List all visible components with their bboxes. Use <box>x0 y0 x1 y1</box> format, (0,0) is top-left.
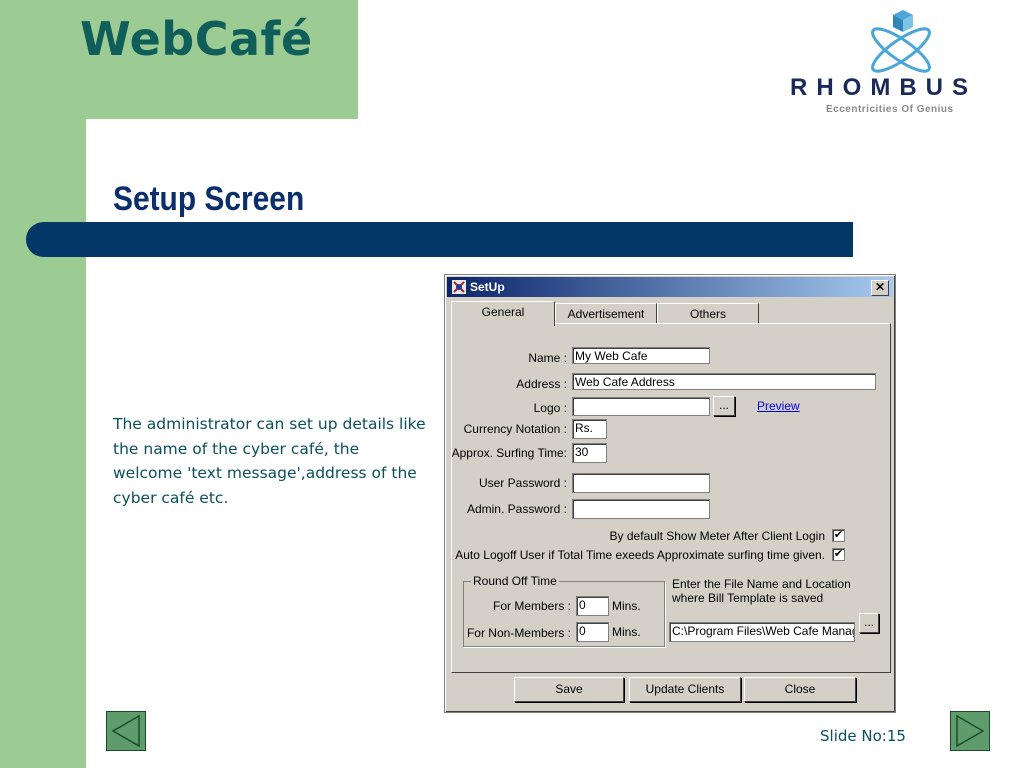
bill-template-browse-button[interactable]: ... <box>859 613 879 633</box>
admin-password-label: Admin. Password : <box>466 502 567 516</box>
close-icon[interactable]: ✕ <box>871 280 889 296</box>
setup-app-icon <box>452 280 466 294</box>
round-off-legend: Round Off Time <box>471 574 559 588</box>
setup-dialog: SetUp ✕ General Advertisement Others Nam… <box>444 274 896 713</box>
slide-title: Setup Screen <box>113 180 305 218</box>
title-underline-bar <box>26 222 853 257</box>
save-button[interactable]: Save <box>514 677 624 702</box>
preview-link[interactable]: Preview <box>757 399 800 413</box>
auto-logoff-label: Auto Logoff User if Total Time exeeds Ap… <box>455 548 825 562</box>
auto-logoff-checkbox[interactable]: ✔ <box>832 548 845 561</box>
bill-template-path-field[interactable]: C:\Program Files\Web Cafe Manag <box>669 622 855 642</box>
tab-others[interactable]: Others <box>657 303 759 324</box>
currency-field[interactable]: Rs. <box>572 419 607 439</box>
user-password-label: User Password : <box>478 476 567 490</box>
logo-browse-button[interactable]: ... <box>713 396 735 416</box>
name-field[interactable]: My Web Cafe <box>572 347 710 364</box>
bill-template-label: Enter the File Name and Location where B… <box>672 577 851 605</box>
surfing-time-field[interactable]: 30 <box>572 443 607 463</box>
surfing-time-label: Approx. Surfing Time: <box>451 446 567 460</box>
logo-field[interactable] <box>572 397 710 416</box>
close-button[interactable]: Close <box>744 677 856 702</box>
non-members-label: For Non-Members : <box>466 626 571 640</box>
slide-number: Slide No:15 <box>820 727 906 745</box>
brand-title: WebCafé <box>80 12 313 66</box>
dialog-title: SetUp <box>470 280 505 294</box>
admin-password-field[interactable] <box>572 499 710 519</box>
prev-slide-button[interactable] <box>106 711 146 751</box>
non-members-field[interactable]: 0 <box>576 622 609 642</box>
dialog-title-bar[interactable]: SetUp ✕ <box>447 277 893 297</box>
members-unit: Mins. <box>612 599 641 613</box>
tab-advertisement[interactable]: Advertisement <box>555 303 657 324</box>
address-label: Address : <box>516 377 567 391</box>
members-field[interactable]: 0 <box>576 596 609 616</box>
rhombus-logo-text: RHOMBUS <box>790 74 977 101</box>
non-members-unit: Mins. <box>612 625 641 639</box>
name-label: Name : <box>528 351 567 365</box>
update-clients-button[interactable]: Update Clients <box>629 677 741 702</box>
next-slide-icon <box>956 714 985 748</box>
user-password-field[interactable] <box>572 473 710 493</box>
prev-slide-icon <box>111 714 140 748</box>
members-label: For Members : <box>492 599 571 613</box>
currency-label: Currency Notation : <box>463 422 567 436</box>
address-field[interactable]: Web Cafe Address <box>572 373 876 390</box>
next-slide-button[interactable] <box>950 711 990 751</box>
logo-label: Logo : <box>533 401 567 415</box>
tab-general[interactable]: General <box>451 301 555 326</box>
rhombus-tagline: Eccentricities Of Genius <box>826 104 954 115</box>
slide-body-text: The administrator can set up details lik… <box>113 415 426 507</box>
show-meter-checkbox[interactable]: ✔ <box>832 529 845 542</box>
show-meter-label: By default Show Meter After Client Login <box>609 529 825 543</box>
